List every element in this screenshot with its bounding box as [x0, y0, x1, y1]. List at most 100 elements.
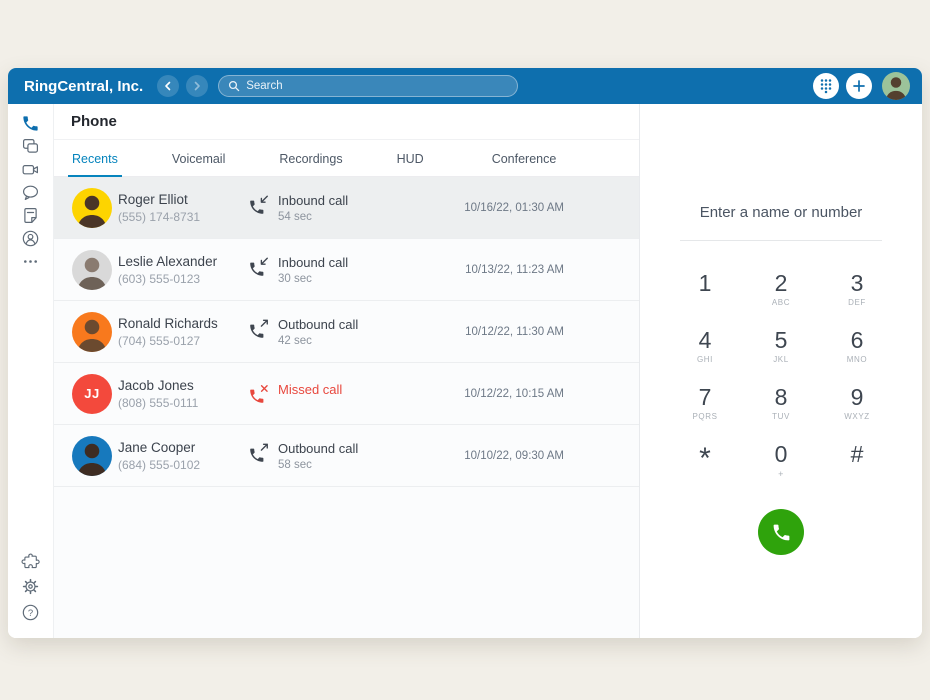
phone-panel: Phone Recents Voicemail Recordings HUD C…: [54, 104, 640, 638]
app-window: RingCentral, Inc. Search: [8, 68, 922, 638]
caller-info: Jane Cooper (684) 555-0102: [118, 440, 248, 472]
sms-icon: [21, 137, 40, 156]
sidebar-item-message[interactable]: [20, 182, 42, 203]
key-2[interactable]: 2ABC: [743, 265, 819, 322]
key-letters: +: [778, 469, 784, 479]
sidebar-item-more[interactable]: [20, 251, 42, 272]
key-8[interactable]: 8TUV: [743, 379, 819, 436]
sidebar-item-contacts[interactable]: [20, 228, 42, 249]
call-row[interactable]: JJ Jacob Jones (808) 555-0111 Missed cal…: [54, 363, 639, 425]
caller-name: Ronald Richards: [118, 316, 248, 331]
phone-tabs: Recents Voicemail Recordings HUD Confere…: [54, 140, 639, 177]
key-digit: *: [699, 441, 711, 477]
sidebar-item-settings[interactable]: [20, 576, 42, 597]
key-letters: WXYZ: [844, 412, 870, 422]
call-row[interactable]: Leslie Alexander (603) 555-0123 Inbound …: [54, 239, 639, 301]
caller-info: Jacob Jones (808) 555-0111: [118, 378, 248, 410]
forward-button[interactable]: [186, 75, 208, 97]
note-document-icon: [21, 206, 40, 225]
key-3[interactable]: 3DEF: [819, 265, 895, 322]
key-6[interactable]: 6MNO: [819, 322, 895, 379]
contact-photo-icon: [72, 436, 112, 476]
outbound-call-icon: [248, 318, 270, 340]
dial-keypad: 1 2ABC 3DEF 4GHI 5JKL 6MNO 7PQRS 8TUV 9W…: [667, 265, 895, 493]
ellipsis-icon: [21, 252, 40, 271]
caller-number: (684) 555-0102: [118, 458, 248, 472]
back-button[interactable]: [157, 75, 179, 97]
app-sidebar: ?: [8, 104, 54, 638]
start-call-button[interactable]: [758, 509, 804, 555]
call-detail: Outbound call 58 sec: [248, 441, 458, 471]
tab-hud[interactable]: HUD: [393, 152, 428, 176]
caller-number: (555) 174-8731: [118, 210, 248, 224]
dialpad-button[interactable]: [813, 73, 839, 99]
call-icon: [771, 522, 792, 543]
history-nav: [157, 75, 208, 97]
chevron-right-icon: [191, 80, 203, 92]
key-digit: #: [851, 441, 864, 468]
key-4[interactable]: 4GHI: [667, 322, 743, 379]
tab-recents[interactable]: Recents: [68, 152, 122, 176]
key-letters: MNO: [847, 355, 867, 365]
call-row[interactable]: Jane Cooper (684) 555-0102 Outbound call…: [54, 425, 639, 487]
caller-number: (704) 555-0127: [118, 334, 248, 348]
video-camera-icon: [21, 160, 40, 179]
call-detail: Inbound call 54 sec: [248, 193, 458, 223]
avatar: [72, 188, 112, 228]
avatar: [72, 250, 112, 290]
sidebar-item-notes[interactable]: [20, 205, 42, 226]
caller-info: Roger Elliot (555) 174-8731: [118, 192, 248, 224]
caller-info: Ronald Richards (704) 555-0127: [118, 316, 248, 348]
dial-input-placeholder: Enter a name or number: [680, 204, 882, 221]
profile-avatar[interactable]: [882, 72, 910, 100]
dial-number-input[interactable]: Enter a name or number: [680, 204, 882, 241]
avatar: [72, 312, 112, 352]
new-action-button[interactable]: [846, 73, 872, 99]
topbar-actions: [813, 72, 910, 100]
key-1[interactable]: 1: [667, 265, 743, 322]
sidebar-item-apps[interactable]: [20, 550, 42, 571]
tab-recordings[interactable]: Recordings: [275, 152, 346, 176]
app-title: RingCentral, Inc.: [24, 78, 143, 95]
tab-conference[interactable]: Conference: [488, 152, 561, 176]
key-digit: 5: [775, 327, 788, 354]
help-icon: ?: [21, 603, 40, 622]
caller-name: Leslie Alexander: [118, 254, 248, 269]
key-9[interactable]: 9WXYZ: [819, 379, 895, 436]
inbound-call-icon: [248, 256, 270, 278]
key-5[interactable]: 5JKL: [743, 322, 819, 379]
key-star[interactable]: *: [667, 436, 743, 493]
contact-photo-icon: [72, 312, 112, 352]
contact-photo-icon: [72, 188, 112, 228]
sidebar-item-text[interactable]: [20, 136, 42, 157]
outbound-call-icon: [248, 442, 270, 464]
sidebar-item-phone[interactable]: [20, 113, 42, 134]
key-pound[interactable]: #: [819, 436, 895, 493]
call-timestamp: 10/16/22, 01:30 AM: [464, 202, 564, 214]
key-7[interactable]: 7PQRS: [667, 379, 743, 436]
caller-info: Leslie Alexander (603) 555-0123: [118, 254, 248, 286]
chevron-left-icon: [162, 80, 174, 92]
tab-voicemail[interactable]: Voicemail: [168, 152, 230, 176]
call-timestamp: 10/12/22, 10:15 AM: [464, 388, 564, 400]
call-type: Outbound call: [278, 317, 358, 332]
dialer-panel: Enter a name or number 1 2ABC 3DEF 4GHI …: [640, 104, 922, 638]
call-row[interactable]: Roger Elliot (555) 174-8731 Inbound call…: [54, 177, 639, 239]
key-letters: PQRS: [692, 412, 717, 422]
caller-number: (603) 555-0123: [118, 272, 248, 286]
user-photo-icon: [882, 72, 910, 100]
call-type: Outbound call: [278, 441, 358, 456]
chat-bubble-icon: [21, 183, 40, 202]
call-row[interactable]: Ronald Richards (704) 555-0127 Outbound …: [54, 301, 639, 363]
topbar: RingCentral, Inc. Search: [8, 68, 922, 104]
key-digit: 3: [851, 270, 864, 297]
page-title: Phone: [71, 113, 117, 130]
sidebar-item-help[interactable]: ?: [20, 602, 42, 623]
search-input[interactable]: Search: [218, 75, 518, 97]
key-0[interactable]: 0+: [743, 436, 819, 493]
sidebar-item-video[interactable]: [20, 159, 42, 180]
key-digit: 4: [699, 327, 712, 354]
contact-photo-icon: [72, 250, 112, 290]
inbound-call-icon: [248, 194, 270, 216]
call-timestamp: 10/10/22, 09:30 AM: [464, 450, 564, 462]
